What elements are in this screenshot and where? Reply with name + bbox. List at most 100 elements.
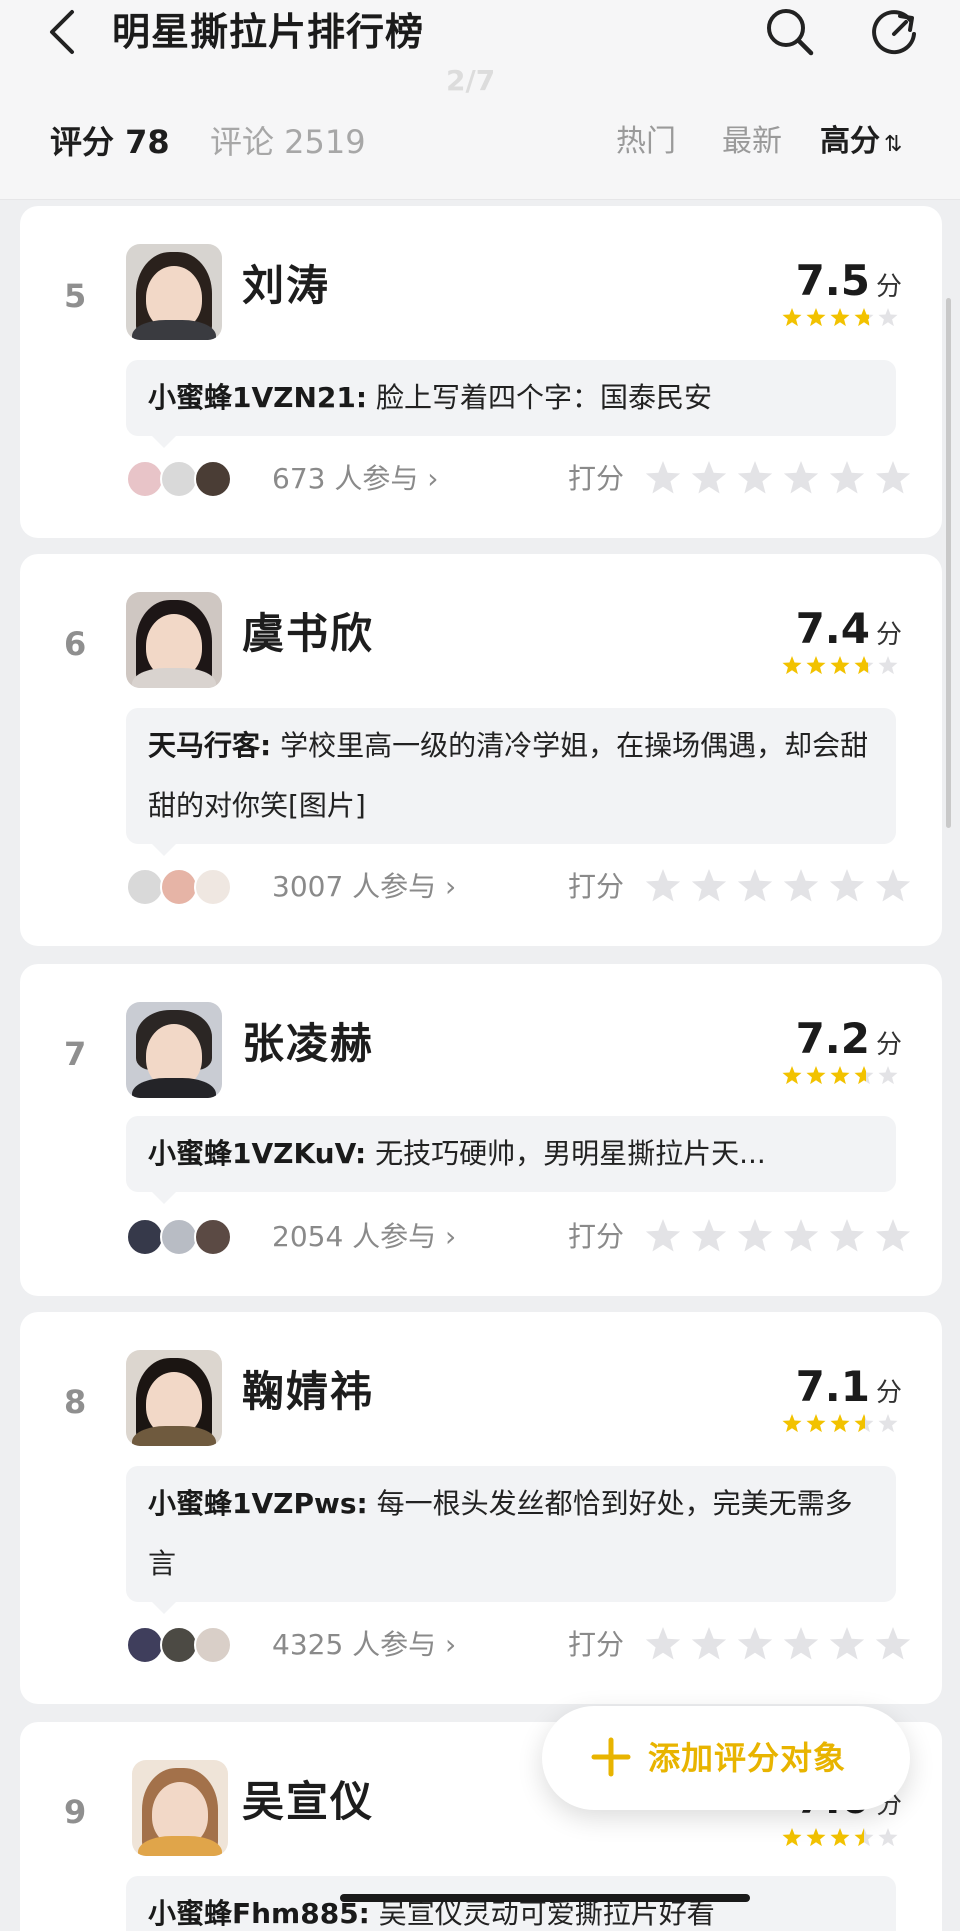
top-comment[interactable]: 小蜜蜂1VZN21: 脸上写着四个字：国泰民安: [126, 360, 896, 448]
score: 7.4 分: [796, 604, 902, 654]
back-button[interactable]: [42, 6, 86, 58]
rate-star-icon[interactable]: [875, 869, 911, 902]
rate-star-icon[interactable]: [737, 461, 773, 494]
participant-avatar: [194, 1626, 232, 1664]
star-icon: [782, 1414, 802, 1433]
score: 7.2 分: [796, 1014, 902, 1064]
participant-avatar: [126, 1626, 164, 1664]
sort-new[interactable]: 最新: [722, 112, 782, 172]
celebrity-name[interactable]: 张凌赫: [242, 1016, 374, 1072]
score: 7.5 分: [796, 256, 902, 306]
avatar[interactable]: [126, 592, 222, 688]
star-icon: [806, 308, 826, 327]
score-stars: [782, 1828, 898, 1847]
celebrity-name[interactable]: 刘涛: [242, 258, 330, 314]
rate-star-icon[interactable]: [737, 869, 773, 902]
star-icon: [782, 656, 802, 675]
participants-link[interactable]: 2054 人参与 ›: [272, 1214, 456, 1260]
rate-star-icon[interactable]: [645, 1627, 681, 1660]
star-icon: [830, 308, 850, 327]
top-comment[interactable]: 小蜜蜂1VZPws: 每一根头发丝都恰到好处，完美无需多言: [126, 1466, 896, 1614]
star-icon: [854, 1414, 874, 1433]
ranking-card[interactable]: 8 鞠婧祎 7.1 分 小蜜蜂1VZPws: 每一根头发丝都恰到好处，完美无需多言…: [20, 1312, 942, 1704]
rate-stars[interactable]: [644, 868, 920, 906]
rate-star-icon[interactable]: [783, 1627, 819, 1660]
comment-author: 天马行客:: [148, 729, 272, 762]
top-comment[interactable]: 小蜜蜂1VZKuV: 无技巧硬帅，男明星撕拉片天...: [126, 1116, 896, 1204]
star-icon: [806, 1828, 826, 1847]
top-comment[interactable]: 天马行客: 学校里高一级的清冷学姐，在操场偶遇，却会甜甜的对你笑[图片]: [126, 708, 896, 856]
card-footer: 2054 人参与 › 打分: [126, 1214, 916, 1260]
rate-star-icon[interactable]: [645, 461, 681, 494]
rate-star-icon[interactable]: [875, 1627, 911, 1660]
ranking-card[interactable]: 6 虞书欣 7.4 分 天马行客: 学校里高一级的清冷学姐，在操场偶遇，却会甜甜的…: [20, 554, 942, 946]
sort-arrow-icon: ⇅: [884, 132, 902, 157]
rate-star-icon[interactable]: [645, 869, 681, 902]
avatar[interactable]: [126, 1350, 222, 1446]
rate-star-icon[interactable]: [829, 1627, 865, 1660]
celebrity-name[interactable]: 鞠婧祎: [242, 1364, 374, 1420]
top-comment[interactable]: 小蜜蜂Fhm885: 吴宣仪灵动可爱撕拉片好看: [126, 1876, 896, 1931]
rate-star-icon[interactable]: [829, 461, 865, 494]
rank-number: 6: [64, 625, 87, 663]
rank-number: 7: [64, 1035, 87, 1073]
rate-stars[interactable]: [644, 1626, 920, 1664]
rate-stars[interactable]: [644, 1218, 920, 1256]
sort-hot[interactable]: 热门: [616, 112, 676, 172]
avatar[interactable]: [126, 244, 222, 340]
ranking-card[interactable]: 5 刘涛 7.5 分 小蜜蜂1VZN21: 脸上写着四个字：国泰民安 673 人参…: [20, 206, 942, 538]
rate-star-icon[interactable]: [829, 869, 865, 902]
rate-star-icon[interactable]: [691, 1219, 727, 1252]
rate-star-icon[interactable]: [783, 461, 819, 494]
overlay-bar: [340, 1894, 750, 1902]
participants-link[interactable]: 673 人参与 ›: [272, 456, 438, 502]
rate-star-icon[interactable]: [875, 1219, 911, 1252]
card-footer: 4325 人参与 › 打分: [126, 1622, 916, 1668]
sort-high[interactable]: 高分 ⇅: [820, 112, 902, 175]
participant-avatar: [126, 868, 164, 906]
participant-avatars: [126, 460, 236, 498]
star-icon: [878, 1414, 898, 1433]
scrollbar[interactable]: [946, 298, 951, 828]
participant-avatar: [160, 1218, 198, 1256]
rate-star-icon[interactable]: [691, 869, 727, 902]
comment-text: 脸上写着四个字：国泰民安: [375, 381, 712, 414]
rate-star-icon[interactable]: [691, 461, 727, 494]
rate-star-icon[interactable]: [829, 1219, 865, 1252]
card-footer: 3007 人参与 › 打分: [126, 864, 916, 910]
participant-avatar: [160, 1626, 198, 1664]
rate-star-icon[interactable]: [737, 1219, 773, 1252]
tabs-row: 评分 78 评论 2519 热门 最新 高分 ⇅: [0, 112, 960, 172]
score-unit: 分: [875, 1378, 902, 1408]
search-button[interactable]: [762, 4, 816, 58]
refresh-button[interactable]: [868, 4, 922, 58]
rate-star-icon[interactable]: [783, 1219, 819, 1252]
add-rating-target-label: 添加评分对象: [648, 1739, 847, 1777]
add-rating-target-button[interactable]: 添加评分对象: [542, 1706, 910, 1810]
comment-author: 小蜜蜂1VZN21:: [148, 381, 368, 414]
avatar[interactable]: [126, 1002, 222, 1098]
refresh-icon: [872, 10, 916, 55]
rate-star-icon[interactable]: [783, 869, 819, 902]
rate-star-icon[interactable]: [875, 461, 911, 494]
star-icon: [806, 1066, 826, 1085]
participants-link[interactable]: 4325 人参与 ›: [272, 1622, 456, 1668]
rate-star-icon[interactable]: [691, 1627, 727, 1660]
star-icon: [878, 1828, 898, 1847]
sort-high-label: 高分: [820, 124, 880, 159]
rank-number: 8: [64, 1383, 87, 1421]
rate-star-icon[interactable]: [737, 1627, 773, 1660]
participant-avatar: [160, 460, 198, 498]
participants-link[interactable]: 3007 人参与 ›: [272, 864, 456, 910]
score-stars: [782, 656, 898, 675]
celebrity-name[interactable]: 吴宣仪: [242, 1774, 374, 1830]
rate-star-icon[interactable]: [645, 1219, 681, 1252]
page-title: 明星撕拉片排行榜: [112, 10, 425, 54]
ranking-card[interactable]: 7 张凌赫 7.2 分 小蜜蜂1VZKuV: 无技巧硬帅，男明星撕拉片天... 2…: [20, 964, 942, 1296]
tab-comments[interactable]: 评论 2519: [210, 112, 366, 172]
avatar[interactable]: [132, 1760, 228, 1856]
score-unit: 分: [875, 272, 902, 302]
celebrity-name[interactable]: 虞书欣: [242, 606, 374, 662]
rate-stars[interactable]: [644, 460, 920, 498]
tab-score[interactable]: 评分 78: [50, 112, 170, 172]
